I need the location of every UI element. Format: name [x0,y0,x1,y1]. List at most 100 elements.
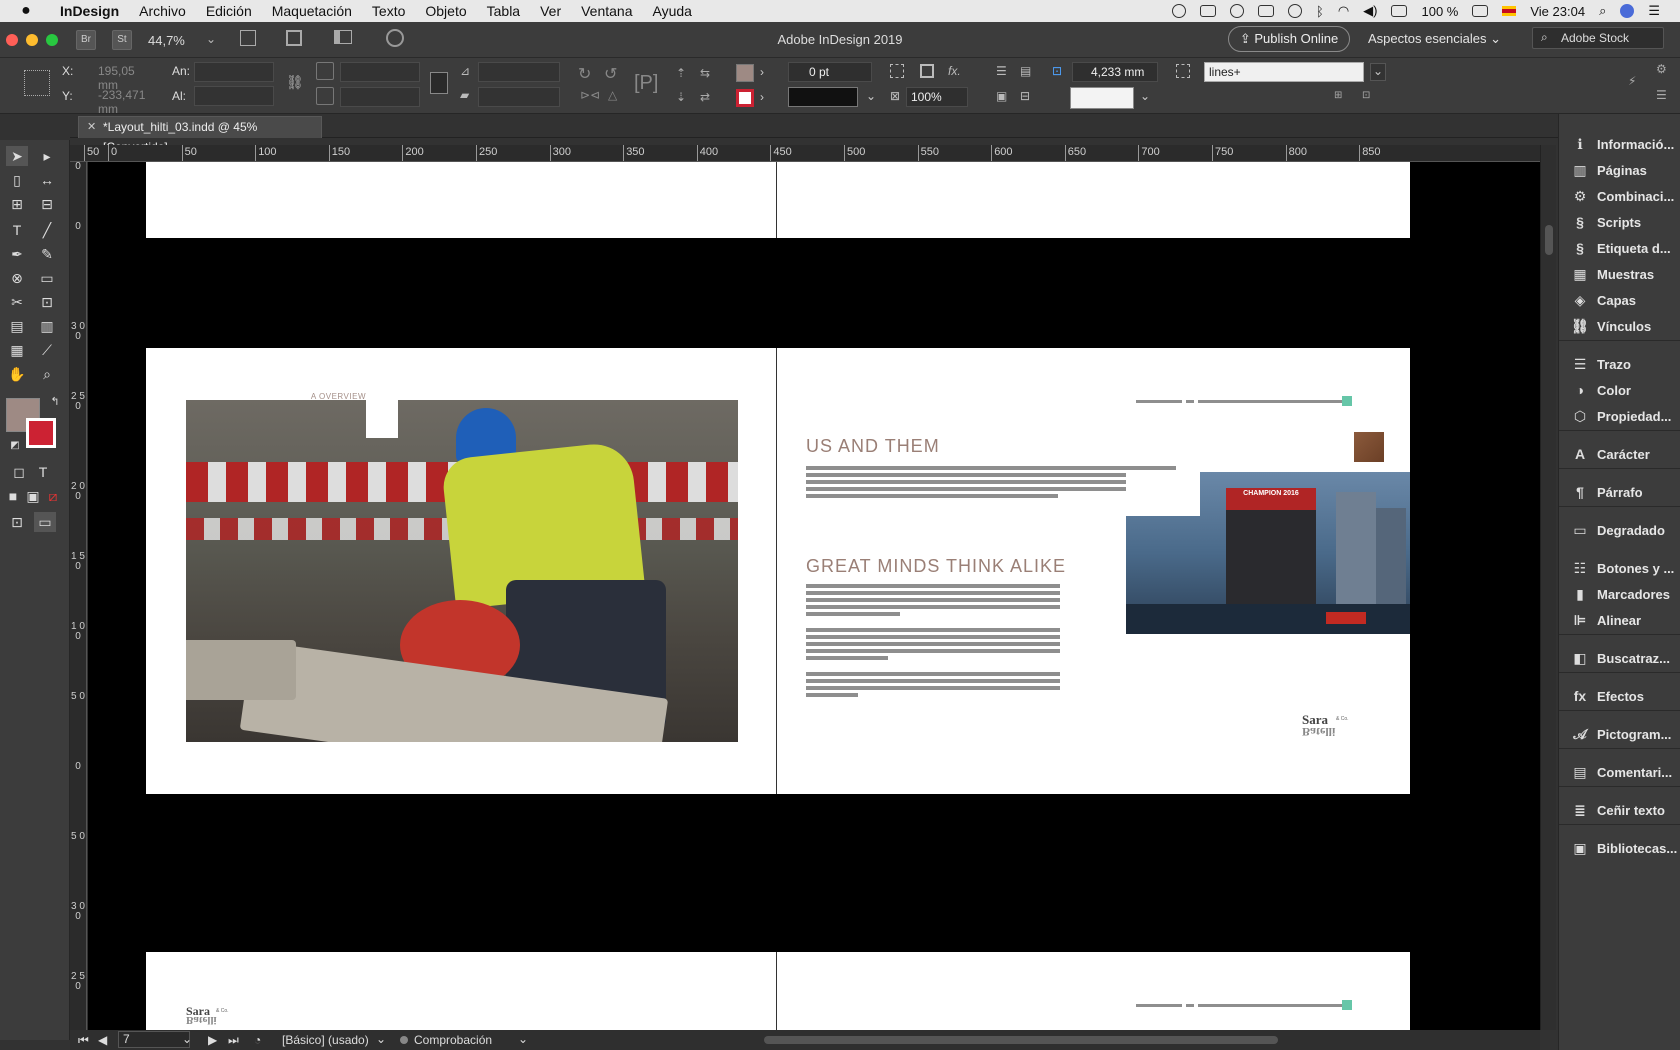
shear-field[interactable] [478,87,560,107]
stock-button[interactable]: St [112,30,132,50]
heading-great-minds[interactable]: GREAT MINDS THINK ALIKE [806,556,1066,577]
notification-center-icon[interactable]: ☰ [1648,3,1660,19]
panel-character[interactable]: A Carácter [1559,440,1680,468]
panel-pathfinder[interactable]: ◧ Buscatraz... [1559,644,1680,672]
apply-none-icon[interactable]: ⧄ [42,486,64,506]
vertical-scrollbar[interactable] [1540,145,1556,1030]
apply-gradient-icon[interactable]: ▣ [22,486,44,506]
cloud-upload-icon[interactable] [1258,5,1274,17]
scale-y-field[interactable] [340,87,420,107]
chevron-down-icon[interactable]: ⌄ [182,1032,192,1046]
fx-icon[interactable]: fx. [948,64,961,78]
menu-app[interactable]: InDesign [50,3,129,19]
stroke-menu-chevron-icon[interactable]: › [760,90,764,104]
content-placer-icon[interactable]: ⊟ [36,194,58,214]
panel-scripts[interactable]: § Scripts [1559,208,1680,236]
note-tool-icon[interactable]: ▦ [6,340,28,360]
previous-page-icon[interactable]: ◀ [98,1033,107,1047]
time-machine-icon[interactable] [1288,4,1302,18]
quick-apply-icon[interactable]: ⚡ [1628,74,1636,88]
flip-vertical-icon[interactable]: △ [608,88,617,102]
horizontal-scroll-thumb[interactable] [764,1036,1278,1044]
clear-overrides-icon[interactable]: ⊞ [1334,90,1342,101]
gap-field[interactable]: 4,233 mm [1072,62,1158,82]
fill-swatch[interactable] [736,64,754,82]
content-collector-icon[interactable]: ⊞ [6,194,28,214]
menu-texto[interactable]: Texto [362,3,415,19]
free-transform-tool-icon[interactable]: ⊡ [36,292,58,312]
minimize-window-button[interactable] [26,34,38,46]
screen-mode-icon[interactable] [286,30,302,46]
arrange-documents-icon[interactable] [334,30,352,44]
direct-selection-tool-icon[interactable]: ▸ [36,146,58,166]
last-page-icon[interactable]: ⏭ [228,1033,239,1048]
panel-libraries[interactable]: ▣ Bibliotecas... [1559,834,1680,862]
panel-links[interactable]: ⛓ Vínculos [1559,312,1680,340]
style-options-icon[interactable]: ⊡ [1362,90,1370,101]
formatting-container-icon[interactable]: ◻ [8,462,30,482]
panel-pages[interactable]: ▥ Páginas [1559,156,1680,184]
bridge-button[interactable]: Br [76,30,96,50]
type-tool-icon[interactable]: T [6,220,28,240]
selection-tool-icon[interactable]: ➤ [6,146,28,166]
reference-point-icon[interactable] [24,70,50,96]
menu-maquetacion[interactable]: Maquetación [262,3,362,19]
menu-ver[interactable]: Ver [530,3,571,19]
close-window-button[interactable] [6,34,18,46]
panel-gradient[interactable]: ▭ Degradado [1559,516,1680,544]
view-options-icon[interactable] [240,30,256,46]
line-tool-icon[interactable]: ╱ [36,220,58,240]
gradient-feather-tool-icon[interactable]: ▥ [36,316,58,336]
first-page-icon[interactable]: ⏮ [78,1033,89,1048]
spread-top[interactable] [146,162,1410,238]
chevron-down-icon[interactable]: ⌄ [376,1032,386,1046]
constrain-proportions-icon[interactable]: ⛓ [286,74,304,91]
panel-info[interactable]: ℹ Informació... [1559,130,1680,158]
scale-x-field[interactable] [340,62,420,82]
apply-color-icon[interactable]: ■ [2,486,24,506]
eyedropper-tool-icon[interactable]: ⟋ [36,340,58,360]
stroke-color-swatch[interactable] [26,418,56,448]
zoom-window-button[interactable] [46,34,58,46]
panel-text-wrap[interactable]: ≣ Ceñir texto [1559,796,1680,824]
panel-paragraph[interactable]: ¶ Párrafo [1559,478,1680,506]
gap-tool-icon[interactable]: ⊡ [1052,64,1062,78]
open-page-icon[interactable]: ◔ [254,1033,261,1047]
airplay-icon[interactable] [1391,5,1408,17]
menu-objeto[interactable]: Objeto [415,3,476,19]
panel-properties[interactable]: ⬡ Propiedad... [1559,402,1680,430]
chevron-down-icon[interactable]: ⌄ [518,1032,528,1046]
gradient-swatch-tool-icon[interactable]: ▤ [6,316,28,336]
battery-label[interactable]: 100 % [1421,4,1458,19]
zoom-level[interactable]: 44,7% [148,33,185,48]
select-content-icon[interactable]: ⇣ [676,90,686,104]
clock[interactable]: Vie 23:04 [1530,4,1585,19]
rotate-cw-icon[interactable]: ↻ [578,64,591,84]
spread-bottom[interactable]: Sara & Co. Batelli [146,952,1410,1030]
chevron-down-icon[interactable]: ⌄ [206,32,216,46]
stroke-type-dropdown[interactable] [788,87,858,107]
panel-buttons[interactable]: ☷ Botones y ... [1559,554,1680,582]
gap-tool-icon[interactable]: ↔ [36,170,58,190]
bluetooth-icon[interactable]: ᛒ [1316,4,1324,19]
object-style-dropdown[interactable]: lines+ [1204,62,1364,82]
rotation-field[interactable] [478,62,560,82]
panel-menu-icon[interactable]: ☰ [1656,88,1667,102]
document-canvas[interactable]: A OVERVIEW 1A CLIENTS BRIEF AND USAGE SP… [88,162,1540,1030]
constrain-scale-icon[interactable] [430,72,448,94]
text-wrap-box-icon[interactable]: ▤ [1020,64,1031,78]
vertical-scroll-thumb[interactable] [1545,225,1553,255]
master-style-label[interactable]: [Básico] (usado) [282,1033,369,1047]
panel-layers[interactable]: ◈ Capas [1559,286,1680,314]
panel-align[interactable]: ⊫ Alinear [1559,606,1680,634]
y-field[interactable]: -233,471 mm [94,86,160,116]
opacity-field[interactable]: 100% [906,87,968,107]
flag-icon[interactable] [1502,6,1517,16]
creative-cloud-icon[interactable] [1230,4,1244,18]
swap-colors-icon[interactable]: ↰ [44,392,66,412]
frame-fitting-swatch[interactable] [1070,87,1134,109]
align-center-icon[interactable]: ⊟ [1020,89,1030,103]
panel-effects[interactable]: fx Efectos [1559,682,1680,710]
close-icon[interactable]: ✕ [87,117,96,137]
gear-icon[interactable]: ⚙ [1656,62,1667,76]
